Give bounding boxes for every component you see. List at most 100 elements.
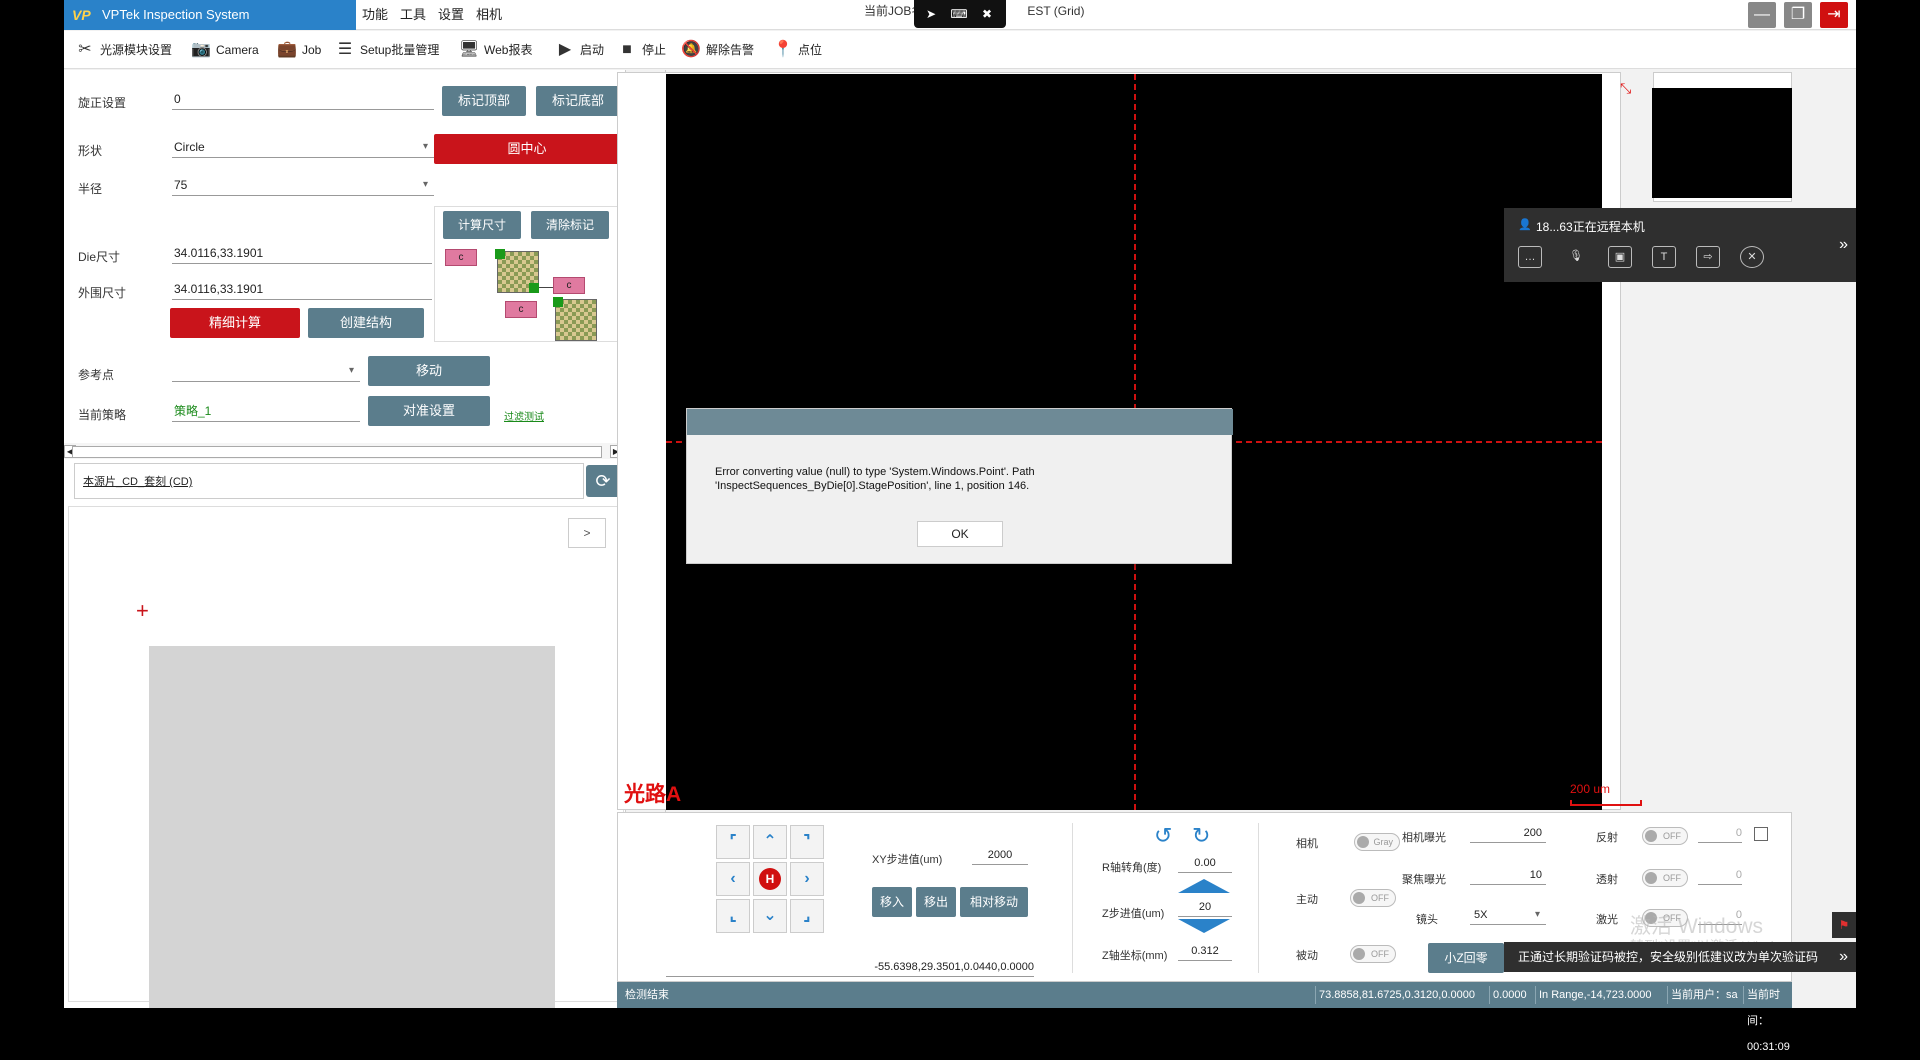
recipe-name[interactable]: 本源片_CD_套刻 (CD)	[74, 463, 584, 499]
web-report-button[interactable]: 🖥 Web报表	[458, 31, 533, 69]
ref-point-select[interactable]	[172, 360, 360, 382]
circle-center-button[interactable]: 圆中心	[434, 134, 620, 164]
reflect-value[interactable]: 0	[1698, 823, 1742, 843]
restore-button[interactable]: ❐	[1784, 2, 1812, 28]
move-button[interactable]: 移动	[368, 356, 490, 386]
stop-button[interactable]: ■ 停止	[616, 31, 666, 69]
refresh-icon[interactable]: ⟳	[586, 465, 620, 497]
fine-calc-button[interactable]: 精细计算	[170, 308, 300, 338]
lens-select[interactable]: 5X	[1470, 905, 1546, 925]
z-up-icon[interactable]	[1178, 879, 1230, 893]
passive-toggle[interactable]: OFF	[1350, 945, 1396, 963]
wafer-map[interactable]	[149, 646, 555, 1008]
menu-settings[interactable]: 设置	[438, 0, 464, 30]
create-structure-button[interactable]: 创建结构	[308, 308, 424, 338]
mic-icon[interactable]: 🎙	[1564, 246, 1588, 268]
mark-top-button[interactable]: 标记顶部	[442, 86, 526, 116]
close-icon[interactable]: ✕	[1740, 246, 1764, 268]
jog-up-icon[interactable]: ⌃	[753, 825, 787, 859]
status-separator	[1743, 986, 1744, 1004]
home-button[interactable]: H	[753, 862, 787, 896]
camera-button[interactable]: 📷 Camera	[190, 31, 259, 69]
clear-alarm-button[interactable]: 🔕 解除告警	[680, 31, 754, 69]
die-size-input[interactable]: 34.0116,33.1901	[172, 242, 432, 264]
rotate-ccw-icon[interactable]: ↺	[1154, 823, 1172, 849]
rotation-input[interactable]: 0	[172, 88, 434, 110]
menu-function[interactable]: 功能	[362, 0, 388, 30]
transmit-toggle[interactable]: OFF	[1642, 869, 1688, 887]
small-z-home-button[interactable]: 小Z回零	[1428, 943, 1504, 973]
remote-screen-icon[interactable]: ▣	[1608, 246, 1632, 268]
jog-down-icon[interactable]: ⌄	[753, 899, 787, 933]
z-step-input[interactable]: 20	[1178, 897, 1232, 917]
clear-marks-button[interactable]: 清除标记	[531, 211, 609, 239]
job-button[interactable]: 💼 Job	[276, 31, 321, 69]
xy-step-input[interactable]: 2000	[972, 845, 1028, 865]
user-icon: 👤	[1518, 219, 1532, 231]
menu-camera[interactable]: 相机	[476, 0, 502, 30]
structure-diagram: 计算尺寸 清除标记 c c c	[434, 206, 622, 342]
rotate-cw-icon[interactable]: ↻	[1192, 823, 1210, 849]
thumbnail-view[interactable]	[1652, 88, 1792, 198]
start-button[interactable]: ▶ 启动	[554, 31, 604, 69]
jog-up-left-icon[interactable]: ⌜	[716, 825, 750, 859]
passive-label: 被动	[1296, 950, 1318, 962]
point-button[interactable]: 📍 点位	[772, 31, 822, 69]
c-marker: c	[505, 301, 537, 318]
ok-button[interactable]: OK	[917, 521, 1003, 547]
move-out-button[interactable]: 移出	[916, 887, 956, 917]
shape-select[interactable]: Circle	[172, 136, 434, 158]
light-module-settings-button[interactable]: ✂ 光源模块设置	[74, 31, 172, 69]
camera-exposure-input[interactable]: 200	[1470, 823, 1546, 843]
current-strategy-input[interactable]: 策略_1	[172, 400, 360, 422]
minimize-button[interactable]: —	[1748, 2, 1776, 28]
ref-point-label: 参考点	[78, 368, 115, 382]
expand-right-icon[interactable]: »	[1839, 942, 1848, 972]
focus-exposure-input[interactable]: 10	[1470, 865, 1546, 885]
menu-tools[interactable]: 工具	[400, 0, 426, 30]
security-notification[interactable]: 正通过长期验证码被控，安全级别低建议改为单次验证码 »	[1504, 942, 1856, 972]
z-down-icon[interactable]	[1178, 919, 1230, 933]
r-angle-input[interactable]: 0.00	[1178, 853, 1232, 873]
camera-mode-toggle[interactable]: Gray	[1354, 833, 1400, 851]
keyboard-icon[interactable]: ⌨	[950, 5, 968, 23]
exit-button[interactable]: ⇥	[1820, 2, 1848, 28]
transmit-label: 透射	[1596, 874, 1618, 886]
reflect-checkbox[interactable]	[1754, 827, 1768, 841]
folder-icon[interactable]: ⇨	[1696, 246, 1720, 268]
text-icon[interactable]: T	[1652, 246, 1676, 268]
close-icon[interactable]: ✖	[978, 5, 996, 23]
chat-icon[interactable]: …	[1518, 246, 1542, 268]
current-time: 当前时间：00:31:09	[1747, 989, 1790, 1053]
relative-move-button[interactable]: 相对移动	[960, 887, 1028, 917]
pointer-icon[interactable]: ➤	[922, 5, 940, 23]
expand-button[interactable]: >	[568, 518, 606, 548]
horizontal-scrollbar[interactable]: ◀ ▶	[64, 443, 626, 459]
notification-flag-icon[interactable]: ⚑	[1832, 912, 1856, 938]
xy-step-label: XY步进值(um)	[872, 854, 943, 866]
active-toggle[interactable]: OFF	[1350, 889, 1396, 907]
current-strategy-label: 当前策略	[78, 408, 127, 422]
outer-size-input[interactable]: 34.0116,33.1901	[172, 278, 432, 300]
radius-select[interactable]: 75	[172, 174, 434, 196]
calc-size-button[interactable]: 计算尺寸	[443, 211, 521, 239]
setup-batch-button[interactable]: ☰ Setup批量管理	[334, 31, 440, 69]
jog-left-icon[interactable]: ‹	[716, 862, 750, 896]
reflect-toggle[interactable]: OFF	[1642, 827, 1688, 845]
jog-up-right-icon[interactable]: ⌝	[790, 825, 824, 859]
jog-down-left-icon[interactable]: ⌞	[716, 899, 750, 933]
jog-down-right-icon[interactable]: ⌟	[790, 899, 824, 933]
align-settings-button[interactable]: 对准设置	[368, 396, 490, 426]
move-in-button[interactable]: 移入	[872, 887, 912, 917]
location-pin-icon: 📍	[773, 41, 793, 58]
status-separator	[1315, 986, 1316, 1004]
filter-test-link[interactable]: 过滤测试	[504, 408, 544, 423]
divider	[1258, 823, 1259, 973]
mark-bottom-button[interactable]: 标记底部	[536, 86, 620, 116]
collapse-icon[interactable]: ⤡	[1620, 80, 1631, 97]
jog-right-icon[interactable]: ›	[790, 862, 824, 896]
scroll-track[interactable]	[72, 446, 602, 458]
transmit-value[interactable]: 0	[1698, 865, 1742, 885]
expand-right-icon[interactable]: »	[1839, 236, 1848, 254]
plus-icon: +	[136, 598, 149, 623]
